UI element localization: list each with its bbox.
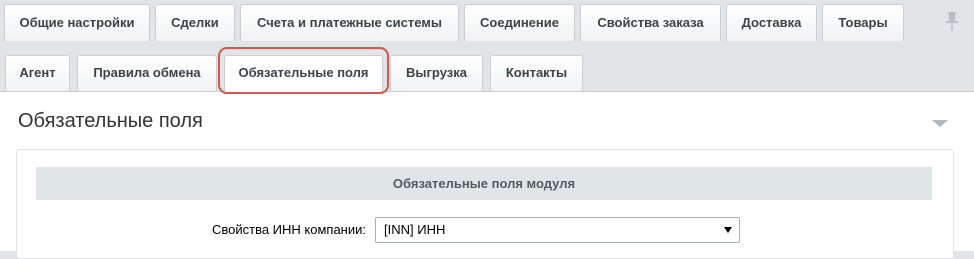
pin-icon[interactable] [942,10,962,34]
tab-deals[interactable]: Сделки [155,4,235,41]
tab-required-fields[interactable]: Обязательные поля [224,55,383,95]
content-panel: Обязательные поля Обязательные поля моду… [0,91,974,259]
tab-general-settings[interactable]: Общие настройки [4,4,150,41]
tab-export[interactable]: Выгрузка [390,55,483,92]
tab-delivery[interactable]: Доставка [726,4,817,41]
inn-property-label: Свойства ИНН компании: [211,222,366,237]
triangle-down-icon[interactable] [930,116,950,130]
tab-products[interactable]: Товары [822,4,904,41]
sub-tab-bar: Агент Правила обмена Обязательные поля В… [0,55,974,95]
tab-contacts[interactable]: Контакты [490,55,583,92]
tab-agent[interactable]: Агент [5,55,70,92]
tab-order-properties[interactable]: Свойства заказа [580,4,721,41]
dropdown-arrow-icon [724,227,732,233]
tab-exchange-rules[interactable]: Правила обмена [77,55,217,92]
tab-connection[interactable]: Соединение [464,4,575,41]
inn-property-value: [INN] ИНН [384,222,446,237]
tab-invoices-payment-systems[interactable]: Счета и платежные системы [240,4,459,41]
required-fields-box: Обязательные поля модуля Свойства ИНН ко… [16,149,954,259]
module-required-fields-heading: Обязательные поля модуля [36,167,932,200]
section-title: Обязательные поля [18,110,203,132]
main-tab-bar: Общие настройки Сделки Счета и платежные… [0,4,974,42]
inn-property-select[interactable]: [INN] ИНН [375,217,740,243]
